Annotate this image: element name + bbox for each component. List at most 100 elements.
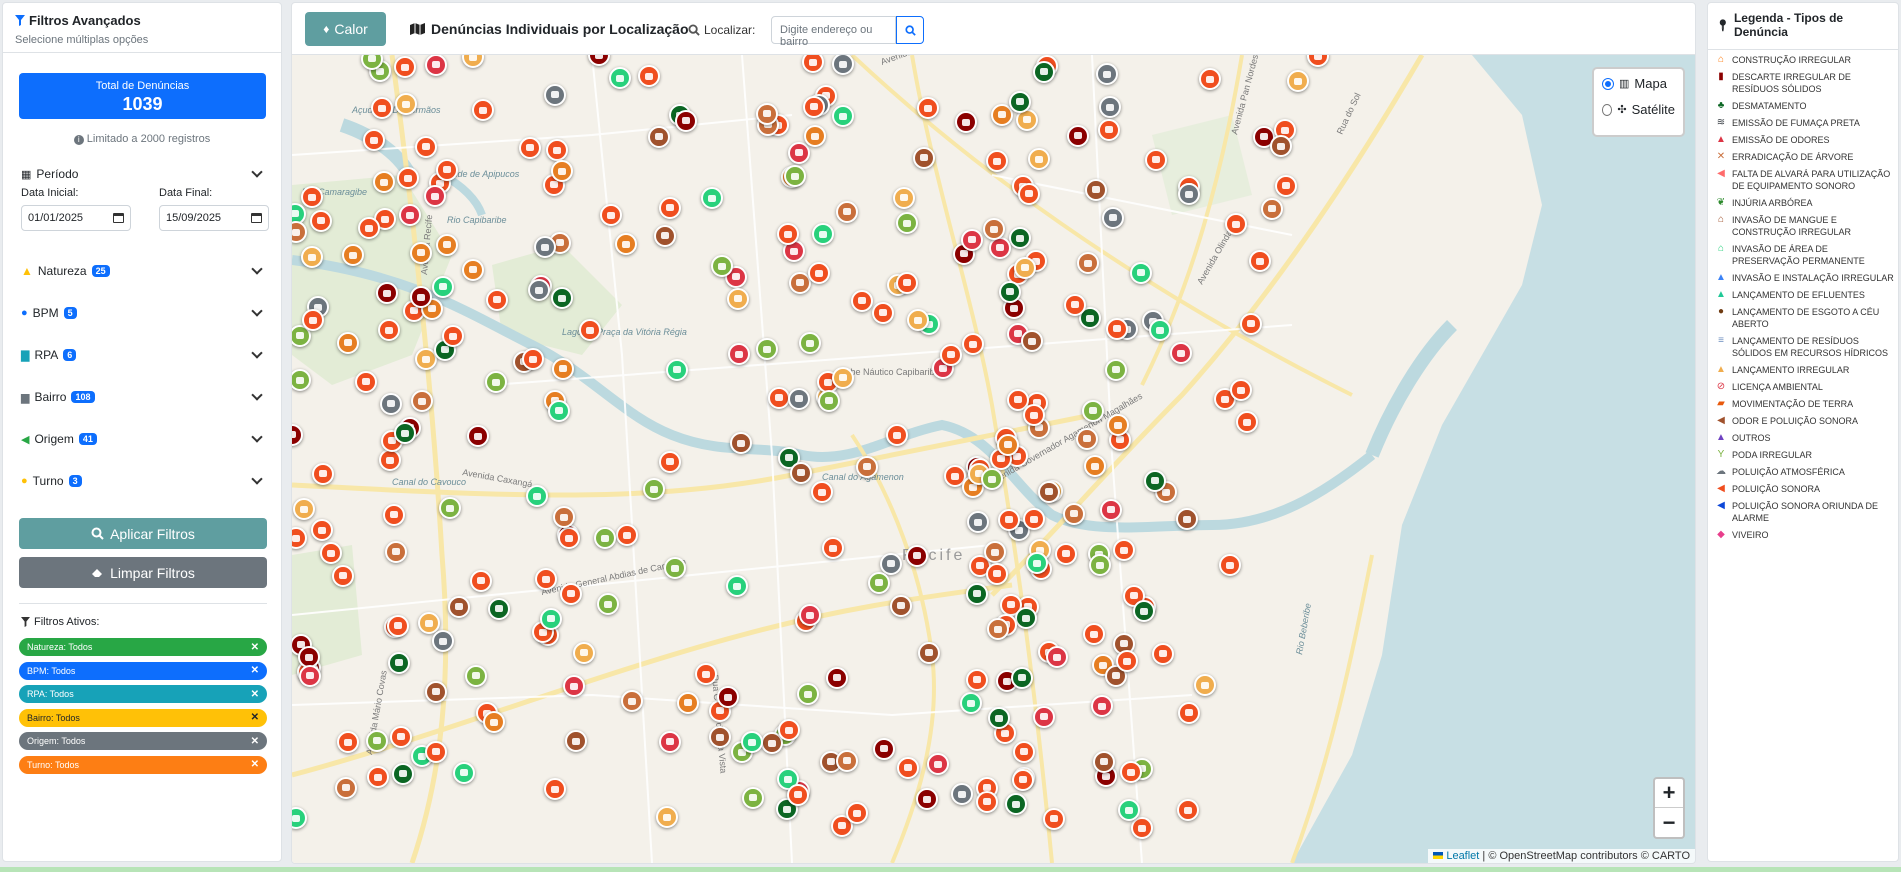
complaint-marker[interactable]	[1067, 124, 1090, 147]
complaint-marker[interactable]	[487, 597, 510, 620]
complaint-marker[interactable]	[378, 449, 401, 472]
complaint-marker[interactable]	[447, 595, 470, 618]
complaint-marker[interactable]	[1105, 358, 1128, 381]
complaint-marker[interactable]	[1095, 63, 1118, 86]
complaint-marker[interactable]	[810, 481, 833, 504]
complaint-marker[interactable]	[1081, 399, 1104, 422]
complaint-marker[interactable]	[783, 165, 806, 188]
complaint-marker[interactable]	[551, 357, 574, 380]
complaint-marker[interactable]	[1105, 317, 1128, 340]
complaint-marker[interactable]	[786, 783, 809, 806]
complaint-marker[interactable]	[1022, 508, 1045, 531]
complaint-marker[interactable]	[998, 508, 1021, 531]
complaint-marker[interactable]	[386, 614, 409, 637]
complaint-marker[interactable]	[544, 83, 567, 106]
complaint-marker[interactable]	[335, 776, 358, 799]
layer-option-satellite[interactable]: ✣ Satélite	[1602, 102, 1675, 117]
close-icon[interactable]: ✕	[251, 736, 259, 747]
complaint-marker[interactable]	[1063, 293, 1086, 316]
complaint-marker[interactable]	[998, 280, 1021, 303]
complaint-marker[interactable]	[1012, 740, 1035, 763]
complaint-marker[interactable]	[1014, 256, 1037, 279]
complaint-marker[interactable]	[913, 146, 936, 169]
start-date-input[interactable]: 01/01/2025	[21, 205, 131, 231]
complaint-marker[interactable]	[1033, 705, 1056, 728]
complaint-marker[interactable]	[614, 233, 637, 256]
complaint-marker[interactable]	[365, 729, 388, 752]
complaint-marker[interactable]	[550, 160, 573, 183]
complaint-marker[interactable]	[331, 564, 354, 587]
complaint-marker[interactable]	[300, 246, 323, 269]
close-icon[interactable]: ✕	[251, 665, 259, 676]
complaint-marker[interactable]	[1198, 68, 1221, 91]
complaint-marker[interactable]	[572, 641, 595, 664]
complaint-marker[interactable]	[435, 233, 458, 256]
complaint-marker[interactable]	[543, 778, 566, 801]
complaint-marker[interactable]	[559, 582, 582, 605]
filter-rpa-toggle[interactable]: ▇ RPA 6	[21, 347, 267, 362]
radio-map[interactable]	[1602, 77, 1614, 90]
close-icon[interactable]: ✕	[251, 712, 259, 723]
complaint-marker[interactable]	[300, 186, 323, 209]
complaint-marker[interactable]	[916, 97, 939, 120]
radio-satellite[interactable]	[1602, 103, 1613, 116]
complaint-marker[interactable]	[1102, 206, 1125, 229]
complaint-marker[interactable]	[868, 571, 891, 594]
complaint-marker[interactable]	[1038, 480, 1061, 503]
complaint-marker[interactable]	[986, 150, 1009, 173]
complaint-marker[interactable]	[655, 806, 678, 829]
complaint-marker[interactable]	[1224, 213, 1247, 236]
complaint-marker[interactable]	[1097, 118, 1120, 141]
complaint-marker[interactable]	[807, 262, 830, 285]
complaint-marker[interactable]	[312, 462, 335, 485]
complaint-marker[interactable]	[383, 503, 406, 526]
complaint-marker[interactable]	[1008, 90, 1031, 113]
complaint-marker[interactable]	[835, 749, 858, 772]
complaint-marker[interactable]	[880, 552, 903, 575]
complaint-marker[interactable]	[355, 370, 378, 393]
complaint-marker[interactable]	[1177, 183, 1200, 206]
complaint-marker[interactable]	[377, 319, 400, 342]
complaint-marker[interactable]	[1178, 701, 1201, 724]
complaint-marker[interactable]	[1098, 96, 1121, 118]
complaint-marker[interactable]	[892, 186, 915, 209]
complaint-marker[interactable]	[986, 618, 1009, 641]
heatmap-toggle-button[interactable]: ♦ Calor	[305, 12, 386, 46]
complaint-marker[interactable]	[831, 55, 854, 76]
close-icon[interactable]: ✕	[251, 642, 259, 653]
complaint-marker[interactable]	[729, 432, 752, 455]
complaint-marker[interactable]	[432, 275, 455, 298]
complaint-marker[interactable]	[1275, 174, 1298, 197]
complaint-marker[interactable]	[982, 218, 1005, 241]
close-icon[interactable]: ✕	[251, 759, 259, 770]
complaint-marker[interactable]	[1144, 148, 1167, 171]
complaint-marker[interactable]	[370, 97, 393, 120]
complaint-marker[interactable]	[906, 544, 929, 567]
complaint-marker[interactable]	[461, 258, 484, 281]
complaint-marker[interactable]	[534, 568, 557, 591]
complaint-marker[interactable]	[548, 399, 571, 422]
complaint-marker[interactable]	[965, 582, 988, 605]
close-icon[interactable]: ✕	[251, 689, 259, 700]
complaint-marker[interactable]	[309, 209, 332, 232]
complaint-marker[interactable]	[767, 386, 790, 409]
filter-bairro-toggle[interactable]: ▆ Bairro 108	[21, 389, 267, 404]
complaint-marker[interactable]	[453, 761, 476, 784]
complaint-marker[interactable]	[716, 686, 739, 709]
complaint-marker[interactable]	[1119, 761, 1142, 784]
leaflet-link[interactable]: Leaflet	[1446, 850, 1479, 862]
complaint-marker[interactable]	[384, 540, 407, 563]
complaint-marker[interactable]	[1148, 319, 1171, 342]
complaint-marker[interactable]	[1017, 182, 1040, 205]
clear-filters-button[interactable]: Limpar Filtros	[19, 557, 267, 588]
zoom-out-button[interactable]: −	[1655, 808, 1683, 837]
complaint-marker[interactable]	[895, 212, 918, 234]
address-search-input[interactable]: Digite endereço ou bairro	[771, 16, 896, 48]
complaint-marker[interactable]	[1176, 799, 1199, 822]
complaint-marker[interactable]	[1022, 404, 1045, 427]
complaint-marker[interactable]	[464, 664, 487, 687]
complaint-marker[interactable]	[966, 668, 989, 691]
filter-natureza-toggle[interactable]: ▲ Natureza 25	[21, 263, 267, 278]
complaint-marker[interactable]	[540, 607, 563, 630]
complaint-marker[interactable]	[980, 468, 1003, 491]
